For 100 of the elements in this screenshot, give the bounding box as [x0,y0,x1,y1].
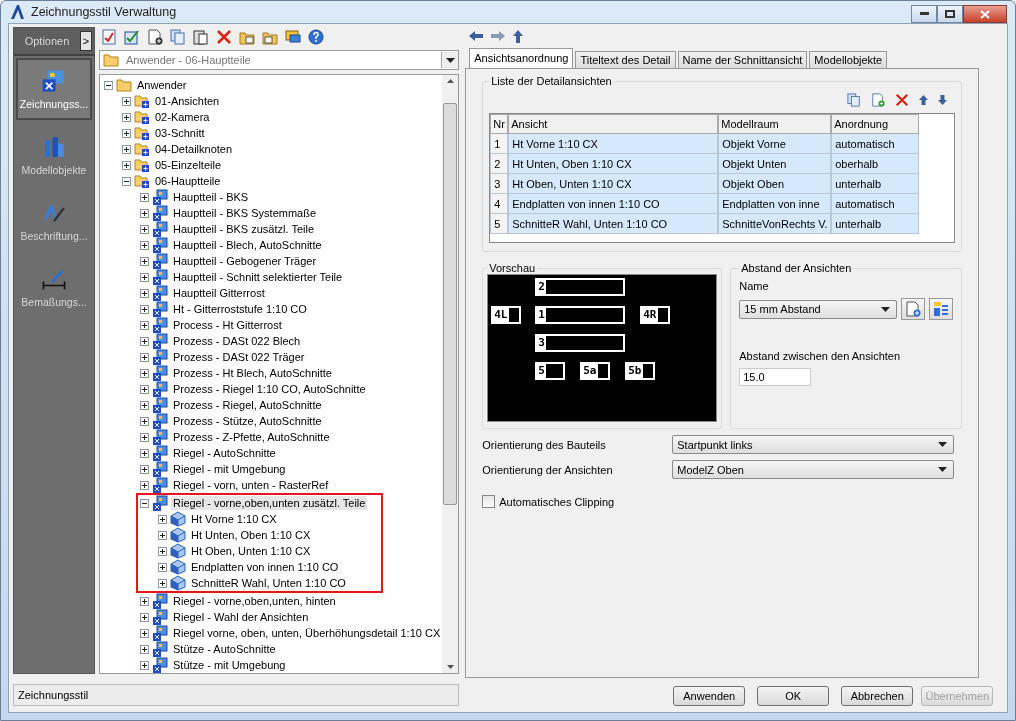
move-up-icon[interactable] [919,95,929,105]
expand-icon[interactable] [140,384,149,394]
expand-icon[interactable] [140,660,149,670]
name-dropdown[interactable]: 15 mm Abstand [739,299,898,319]
tree-item[interactable]: Ht Unten, Oben 1:10 CX [138,527,368,543]
expand-icon[interactable] [140,448,149,458]
list-button[interactable] [929,298,954,320]
tab[interactable]: Titeltext des Detail [575,51,676,68]
tree-item[interactable]: Hauptteil - Blech, AutoSchnitte [100,237,443,253]
paste-icon[interactable] [193,29,209,45]
sidebar-item[interactable]: Bemaßungs... [16,256,92,318]
expand-icon[interactable] [140,240,149,250]
tree-item[interactable]: 03-Schnitt [100,125,443,141]
collapse-icon[interactable] [104,80,113,90]
expand-icon[interactable] [140,644,149,654]
tree-item[interactable]: Hauptteil - BKS [100,189,443,205]
tree-item[interactable]: Riegel - Wahl der Ansichten [100,609,443,625]
tree-item[interactable]: Ht Vorne 1:10 CX [138,511,368,527]
table-row[interactable]: 5 SchnitteR Wahl, Unten 1:10 CO SchnitteVonRechts V. unterhalb [490,214,955,234]
expand-icon[interactable] [140,596,149,606]
tree-item[interactable]: Riegel vorne, oben, unten, Überhöhungsdetail 1:10 CX [100,625,443,641]
close-button[interactable] [963,5,1007,23]
tree-item[interactable]: 02-Kamera [100,109,443,125]
clipping-checkbox[interactable]: Automatisches Clipping [482,495,963,508]
tree-item[interactable]: Anwender [100,77,443,93]
sidebar-item[interactable]: Beschriftung... [16,190,92,252]
tree-item[interactable]: 01-Ansichten [100,93,443,109]
scrollbar[interactable] [442,75,459,673]
tree-item[interactable]: Hauptteil - Gebogener Träger [100,253,443,269]
expand-icon[interactable] [140,336,149,346]
tree-item[interactable]: 04-Detailknoten [100,141,443,157]
tree-item[interactable]: Prozess - Riegel, AutoSchnitte [100,397,443,413]
sidebar-item[interactable]: Zeichnungss... [16,58,92,120]
tab[interactable]: Modellobjekte [809,51,888,68]
tree-item[interactable]: Prozess - Stütze, AutoSchnitte [100,413,443,429]
expand-icon[interactable] [140,400,149,410]
checked-document-icon[interactable] [101,29,117,45]
expand-icon[interactable] [140,464,149,474]
expand-icon[interactable] [158,578,167,588]
expand-icon[interactable] [140,304,149,314]
tree-item[interactable]: 06-Hauptteile [100,173,443,189]
expand-icon[interactable] [140,224,149,234]
expand-icon[interactable] [158,562,167,572]
tree-item[interactable]: Riegel - AutoSchnitte [100,445,443,461]
delete-icon[interactable] [895,93,910,107]
tab[interactable]: Ansichtsanordnung [469,48,574,68]
path-dropdown[interactable]: Anwender - 06-Hauptteile [99,50,460,70]
expand-icon[interactable] [140,416,149,426]
tree-item[interactable]: Prozess - Z-Pfette, AutoSchnitte [100,429,443,445]
tree-item[interactable]: Stütze - mit Umgebung [100,657,443,673]
column-header[interactable]: Nr [490,114,509,134]
expand-icon[interactable] [140,272,149,282]
tree-item[interactable]: Endplatten von innen 1:10 CO [138,559,368,575]
delete-icon[interactable] [216,29,232,45]
expand-icon[interactable] [140,192,149,202]
dialog-button[interactable]: Abbrechen [841,686,914,706]
new-document-icon[interactable] [147,29,163,45]
tree-item[interactable]: Riegel - vorn, unten - RasterRef [100,477,443,493]
up-arrow-icon[interactable] [513,29,524,43]
edit-check-icon[interactable] [124,29,140,45]
column-header[interactable]: Ansicht [508,114,719,134]
copy-icon[interactable] [847,93,862,107]
monitor-icon[interactable] [285,29,301,45]
table-row[interactable]: 3 Ht Oben, Unten 1:10 CX Objekt Oben unterhalb [490,174,955,194]
expand-icon[interactable] [140,432,149,442]
orientation-dropdown[interactable]: Startpunkt links [672,435,955,454]
expand-icon[interactable] [158,546,167,556]
tab[interactable]: Name der Schnittansicht [677,51,808,68]
column-header[interactable]: Anordnung [831,114,920,134]
table-row[interactable]: 4 Endplatten von innen 1:10 CO Endplatten von inne automatisch [490,194,955,214]
tree-item[interactable]: 05-Einzelteile [100,157,443,173]
expand-icon[interactable] [122,96,131,106]
sidebar-item[interactable]: Modellobjekte [16,124,92,186]
copy-icon[interactable] [170,29,186,45]
new-button[interactable] [901,298,926,320]
expand-icon[interactable] [140,368,149,378]
tree-item[interactable]: Riegel - mit Umgebung [100,461,443,477]
tree-item[interactable]: Hauptteil - BKS zusätzl. Teile [100,221,443,237]
tree-item[interactable]: Process - Ht Gitterrost [100,317,443,333]
tree-item[interactable]: Prozess - Riegel 1:10 CO, AutoSchnitte [100,381,443,397]
table-row[interactable]: 1 Ht Vorne 1:10 CX Objekt Vorne automatisch [490,134,955,154]
tree-item[interactable]: Prozess - DASt 022 Blech [100,333,443,349]
expand-icon[interactable] [140,256,149,266]
expand-icon[interactable] [158,514,167,524]
maximize-button[interactable] [937,5,963,23]
table-row[interactable]: 2 Ht Unten, Oben 1:10 CX Objekt Unten oberhalb [490,154,955,174]
expand-icon[interactable] [158,530,167,540]
scrollbar-thumb[interactable] [443,103,458,505]
tree-item[interactable]: Prozess - Ht Blech, AutoSchnitte [100,365,443,381]
expand-icon[interactable] [140,208,149,218]
scroll-down-icon[interactable] [446,665,454,669]
tree-item[interactable]: Ht - Gitterroststufe 1:10 CO [100,301,443,317]
distance-input[interactable]: 15.0 [739,368,812,386]
column-header[interactable]: Modellraum [718,114,832,134]
expand-icon[interactable] [140,628,149,638]
expand-icon[interactable] [140,320,149,330]
tree-item[interactable]: Stütze - AutoSchnitte [100,641,443,657]
help-icon[interactable] [308,29,324,45]
tree-item[interactable]: Hauptteil Gitterrost [100,285,443,301]
expand-icon[interactable] [122,128,131,138]
